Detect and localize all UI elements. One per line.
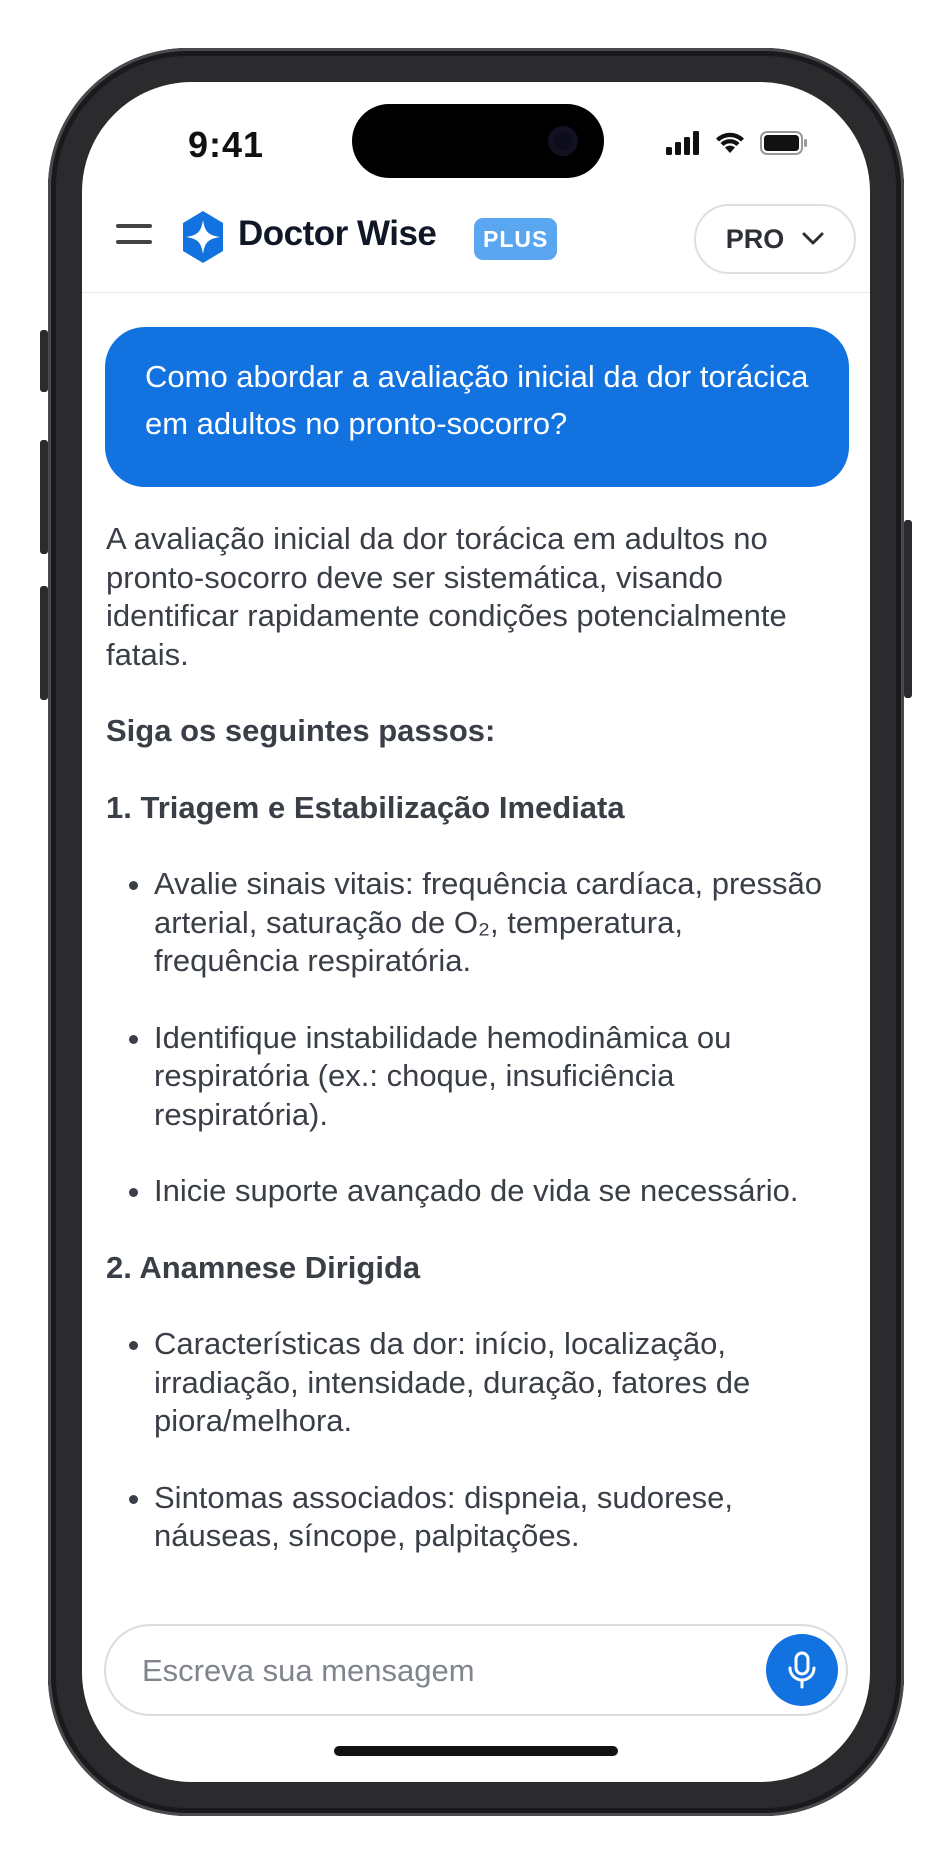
section-list: Características da dor: início, localiza… [106,1325,836,1556]
hamburger-menu-icon [116,240,152,244]
status-time: 9:41 [188,124,265,165]
home-indicator[interactable] [334,1746,618,1756]
volume-up-button [40,440,48,554]
battery-icon [760,131,807,155]
user-message-bubble: Como abordar a avaliação inicial da dor … [105,327,849,487]
assistant-message: A avaliação inicial da dor torácica em a… [106,520,836,1594]
brand-name: Doctor Wise [238,214,437,253]
list-item: Sintomas associados: dispneia, sudorese,… [154,1479,836,1556]
hamburger-menu-icon [116,224,152,228]
list-item: Avalie sinais vitais: frequência cardíac… [154,865,836,981]
list-item: Identifique instabilidade hemodinâmica o… [154,1019,836,1135]
message-composer [104,1624,848,1716]
doctor-wise-logo [183,211,223,263]
cellular-signal-icon [666,131,699,155]
app-header: Doctor Wise PLUS PRO [82,182,870,293]
section-heading: 1. Triagem e Estabilização Imediata [106,789,625,825]
chevron-down-icon [802,232,824,245]
microphone-icon [788,1651,816,1689]
section-list: Avalie sinais vitais: frequência cardíac… [106,865,836,1211]
app-screen: 9:41 Doctor Wise PLUS PRO Como abordar a… [82,82,870,1782]
wifi-icon [716,132,744,153]
status-icons [666,128,808,158]
plan-selector[interactable]: PRO [694,204,856,274]
plus-badge: PLUS [474,218,558,260]
volume-down-button [40,586,48,700]
dynamic-island [352,104,604,178]
voice-input-button[interactable] [766,1634,838,1706]
menu-button[interactable] [116,220,154,250]
power-button [904,520,912,698]
chat-thread[interactable]: Como abordar a avaliação inicial da dor … [82,294,870,1687]
list-item: Inicie suporte avançado de vida se neces… [154,1172,836,1211]
answer-intro: A avaliação inicial da dor torácica em a… [106,521,787,672]
message-input[interactable] [140,1648,704,1694]
action-button [40,330,48,392]
front-camera [548,126,578,156]
list-item: Características da dor: início, localiza… [154,1325,836,1441]
steps-heading: Siga os seguintes passos: [106,713,496,748]
plan-label: PRO [725,223,785,254]
section-heading: 2. Anamnese Dirigida [106,1249,421,1285]
